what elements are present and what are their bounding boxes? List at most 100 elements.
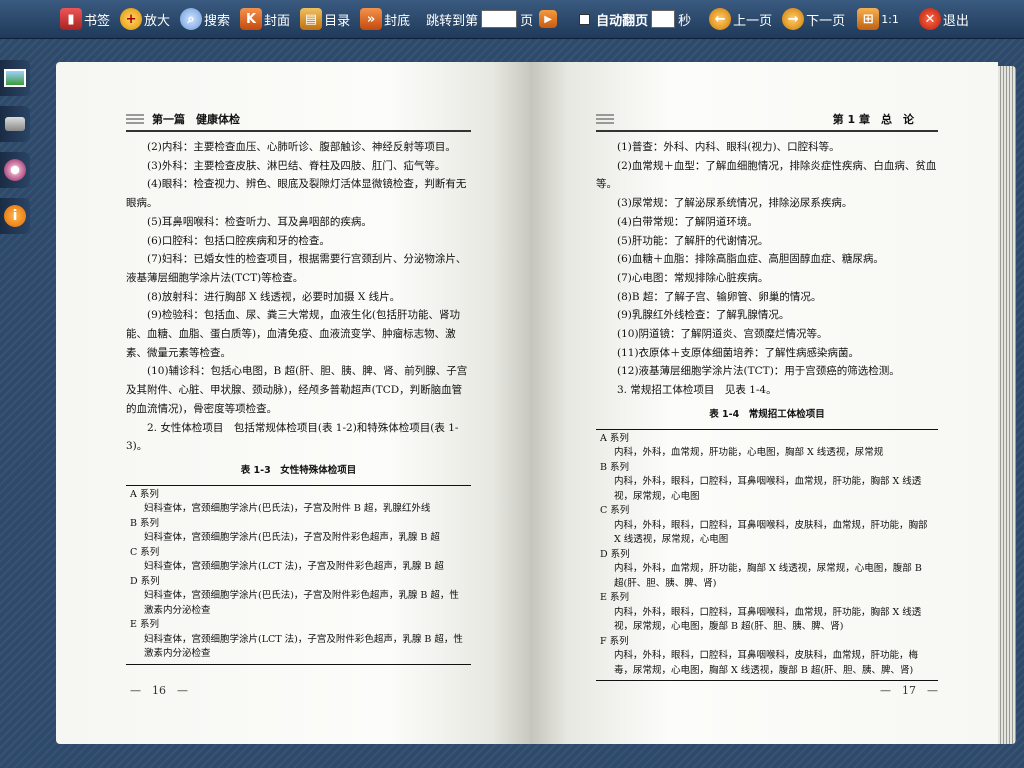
paragraph: (10)辅诊科：包括心电图，B 超(肝、胆、胰、脾、肾、前列腺、子宫及其附件、心… — [126, 365, 468, 415]
right-page-number: — 17 — — [880, 684, 938, 697]
exit-label: 退出 — [942, 13, 969, 29]
paragraph: (6)血糖＋血脂：排除高脂血症、高胆固醇血症、糖尿病。 — [617, 253, 884, 266]
jump-prefix: 跳转到第 — [426, 13, 479, 29]
back-cover-button[interactable]: » 封底 — [360, 3, 410, 35]
table-section-label: B 系列 — [600, 461, 630, 473]
toc-button[interactable]: ▤ 目录 — [300, 3, 350, 35]
arrow-right-icon: → — [782, 8, 805, 30]
table-row: 内科，外科，眼科，口腔科，耳鼻咽喉科，血常规，肝功能，胸部 X 线透视，尿常规，… — [614, 606, 922, 633]
table-row: 内科，外科，血常规，肝功能，心电图，胸部 X 线透视，尿常规 — [614, 447, 884, 459]
table-row: 妇科查体，宫颈细胞学涂片(LCT 法)，子宫及附件彩色超声，乳腺 B 超 — [144, 561, 444, 573]
paragraph: (4)眼科：检查视力、辨色、眼底及裂隙灯活体显微镜检查，判断有无眼病。 — [126, 178, 467, 210]
paragraph: (3)外科：主要检查皮肤、淋巴结、脊柱及四肢、肛门、疝气等。 — [147, 159, 446, 172]
left-page-body: (2)内科：主要检查血压、心肺听诊、腹部触诊、神经反射等项目。 (3)外科：主要检… — [126, 138, 471, 665]
search-button[interactable]: ⌕ 搜索 — [180, 3, 230, 35]
info-icon: i — [4, 205, 26, 227]
side-toolbar: i — [0, 60, 34, 244]
table-row: 妇科查体，宫颈细胞学涂片(巴氏法)，子宫及附件 B 超，乳腺红外线 — [144, 503, 431, 515]
left-page[interactable]: 第一篇 健康体检 (2)内科：主要检查血压、心肺听诊、腹部触诊、神经反射等项目。… — [56, 62, 530, 744]
table-section-label: A 系列 — [130, 488, 159, 500]
prev-label: 上一页 — [733, 13, 773, 29]
table-section-label: D 系列 — [130, 575, 160, 587]
left-header-text: 第一篇 健康体检 — [152, 113, 240, 126]
paragraph: 3. 常规招工体检项目 见表 1-4。 — [617, 384, 777, 397]
header-bars-icon — [126, 114, 144, 124]
bookmark-button[interactable]: ▮ 书签 — [60, 3, 110, 35]
fit-size-icon: ⊞ — [857, 8, 880, 30]
paragraph: (12)液基薄层细胞学涂片法(TCT)：用于宫颈癌的筛选检测。 — [617, 365, 900, 378]
table-section-label: F 系列 — [600, 635, 629, 647]
actual-size-button[interactable]: ⊞ 1:1 — [857, 3, 899, 35]
table-section-label: E 系列 — [130, 619, 159, 631]
front-cover-label: 封面 — [264, 13, 291, 29]
table-row: 内科，外科，眼科，口腔科，耳鼻咽喉科，皮肤科，血常规，肝功能，胸部 X 线透视，… — [614, 519, 928, 546]
table-section-label: C 系列 — [130, 546, 160, 558]
table-row: 妇科查体，宫颈细胞学涂片(LCT 法)，子宫及附件彩色超声，乳腺 B 超，性激素… — [144, 633, 463, 660]
print-button[interactable] — [0, 106, 30, 142]
exit-button[interactable]: ✕ 退出 — [918, 3, 969, 35]
right-page[interactable]: 第 1 章 总 论 (1)普查：外科、内科、眼科(视力)、口腔科等。 (2)血常规… — [530, 62, 998, 744]
left-table-title: 表 1-3 女性特殊体检项目 — [240, 464, 357, 476]
paragraph: (4)白带常规：了解阴道环境。 — [617, 215, 758, 228]
left-page-number: — 16 — — [130, 684, 188, 697]
auto-flip-seconds-input[interactable] — [651, 10, 676, 28]
toc-label: 目录 — [324, 13, 351, 29]
left-paragraphs: (2)内科：主要检查血压、心肺听诊、腹部触诊、神经反射等项目。 (3)外科：主要检… — [126, 138, 471, 456]
paragraph: (9)检验科：包括血、尿、粪三大常规，血液生化(包括肝功能、肾功能、血糖、血脂、… — [126, 309, 460, 359]
gallery-button[interactable] — [0, 60, 30, 96]
paragraph: (8)放射科：进行胸部 X 线透视，必要时加摄 X 线片。 — [147, 290, 401, 303]
page-number-input[interactable] — [481, 10, 518, 28]
auto-flip-checkbox[interactable] — [579, 13, 591, 25]
ratio-label: 1:1 — [881, 12, 899, 26]
go-arrow-icon[interactable]: ▶ — [539, 10, 558, 28]
paragraph: (11)衣原体＋支原体细菌培养：了解性病感染病菌。 — [617, 346, 860, 359]
left-table: A 系列妇科查体，宫颈细胞学涂片(巴氏法)，子宫及附件 B 超，乳腺红外线 B 系… — [126, 484, 471, 665]
first-page-icon: K — [240, 8, 263, 30]
paragraph: (1)普查：外科、内科、眼科(视力)、口腔科等。 — [617, 141, 840, 153]
settings-button[interactable] — [0, 152, 30, 188]
paragraph: (2)内科：主要检查血压、心肺听诊、腹部触诊、神经反射等项目。 — [147, 141, 456, 153]
paragraph: (7)心电图：常规排除心脏疾病。 — [617, 271, 769, 284]
table-row: 妇科查体，宫颈细胞学涂片(巴氏法)，子宫及附件彩色超声，乳腺 B 超 — [144, 532, 440, 544]
table-row: 内科，外科，眼科，口腔科，耳鼻咽喉科，皮肤科，血常规，肝功能，梅毒，尿常规，心电… — [614, 650, 919, 676]
table-row: 内科，外科，眼科，口腔科，耳鼻咽喉科，血常规，肝功能，胸部 X 线透视，尿常规，… — [614, 476, 922, 502]
table-row: 内科，外科，血常规，肝功能，胸部 X 线透视，尿常规，心电图，腹部 B 超(肝、… — [614, 563, 922, 589]
gallery-icon — [4, 69, 26, 87]
paragraph: (10)阴道镜：了解阴道炎、宫颈糜烂情况等。 — [617, 328, 828, 341]
paragraph: (8)B 超：了解子宫、输卵管、卵巢的情况。 — [617, 290, 822, 303]
next-label: 下一页 — [806, 13, 846, 29]
right-table-title: 表 1-4 常规招工体检项目 — [709, 408, 825, 420]
right-paragraphs: (1)普查：外科、内科、眼科(视力)、口腔科等。 (2)血常规＋血型：了解血细胞情… — [596, 138, 938, 400]
table-section-label: D 系列 — [600, 548, 630, 560]
zoom-button[interactable]: + 放大 — [120, 3, 170, 35]
zoom-label: 放大 — [144, 13, 171, 29]
paragraph: 2. 女性体检项目 包括常规体检项目(表 1-2)和特殊体检项目(表 1-3)。 — [126, 421, 459, 453]
page-edges — [998, 66, 1016, 744]
table-section-label: E 系列 — [600, 592, 629, 604]
table-row: 妇科查体，宫颈细胞学涂片(巴氏法)，子宫及附件彩色超声，乳腺 B 超，性激素内分… — [144, 590, 459, 616]
arrow-left-icon: ← — [709, 8, 732, 30]
search-label: 搜索 — [204, 13, 231, 29]
table-section-label: B 系列 — [130, 517, 160, 529]
open-book: 第一篇 健康体检 (2)内科：主要检查血压、心肺听诊、腹部触诊、神经反射等项目。… — [56, 62, 1020, 752]
seconds-label: 秒 — [678, 13, 692, 29]
last-page-icon: » — [360, 8, 383, 30]
header-bars-icon — [596, 114, 614, 124]
paragraph: (5)耳鼻咽喉科：检查听力、耳及鼻咽部的疾病。 — [147, 215, 372, 228]
next-page-button[interactable]: → 下一页 — [782, 3, 845, 35]
table-section-label: A 系列 — [600, 432, 629, 444]
paragraph: (2)血常规＋血型：了解血细胞情况，排除炎症性疾病、白血病、贫血等。 — [596, 159, 937, 191]
left-page-header: 第一篇 健康体检 — [126, 108, 471, 132]
right-page-body: (1)普查：外科、内科、眼科(视力)、口腔科等。 (2)血常规＋血型：了解血细胞情… — [596, 138, 938, 682]
right-header-text: 第 1 章 总 论 — [832, 113, 914, 126]
paragraph: (9)乳腺红外线检查：了解乳腺情况。 — [617, 309, 790, 322]
search-icon: ⌕ — [180, 8, 203, 30]
right-table: A 系列内科，外科，血常规，肝功能，心电图，胸部 X 线透视，尿常规 B 系列内科… — [596, 428, 938, 682]
paragraph: (6)口腔科：包括口腔疾病和牙的检查。 — [147, 234, 330, 247]
zoom-in-icon: + — [120, 8, 143, 30]
paragraph: (3)尿常规：了解泌尿系统情况，排除泌尿系疾病。 — [617, 197, 853, 210]
front-cover-button[interactable]: K 封面 — [240, 3, 290, 35]
info-button[interactable]: i — [0, 198, 30, 234]
prev-page-button[interactable]: ← 上一页 — [709, 3, 772, 35]
close-icon: ✕ — [918, 8, 941, 30]
